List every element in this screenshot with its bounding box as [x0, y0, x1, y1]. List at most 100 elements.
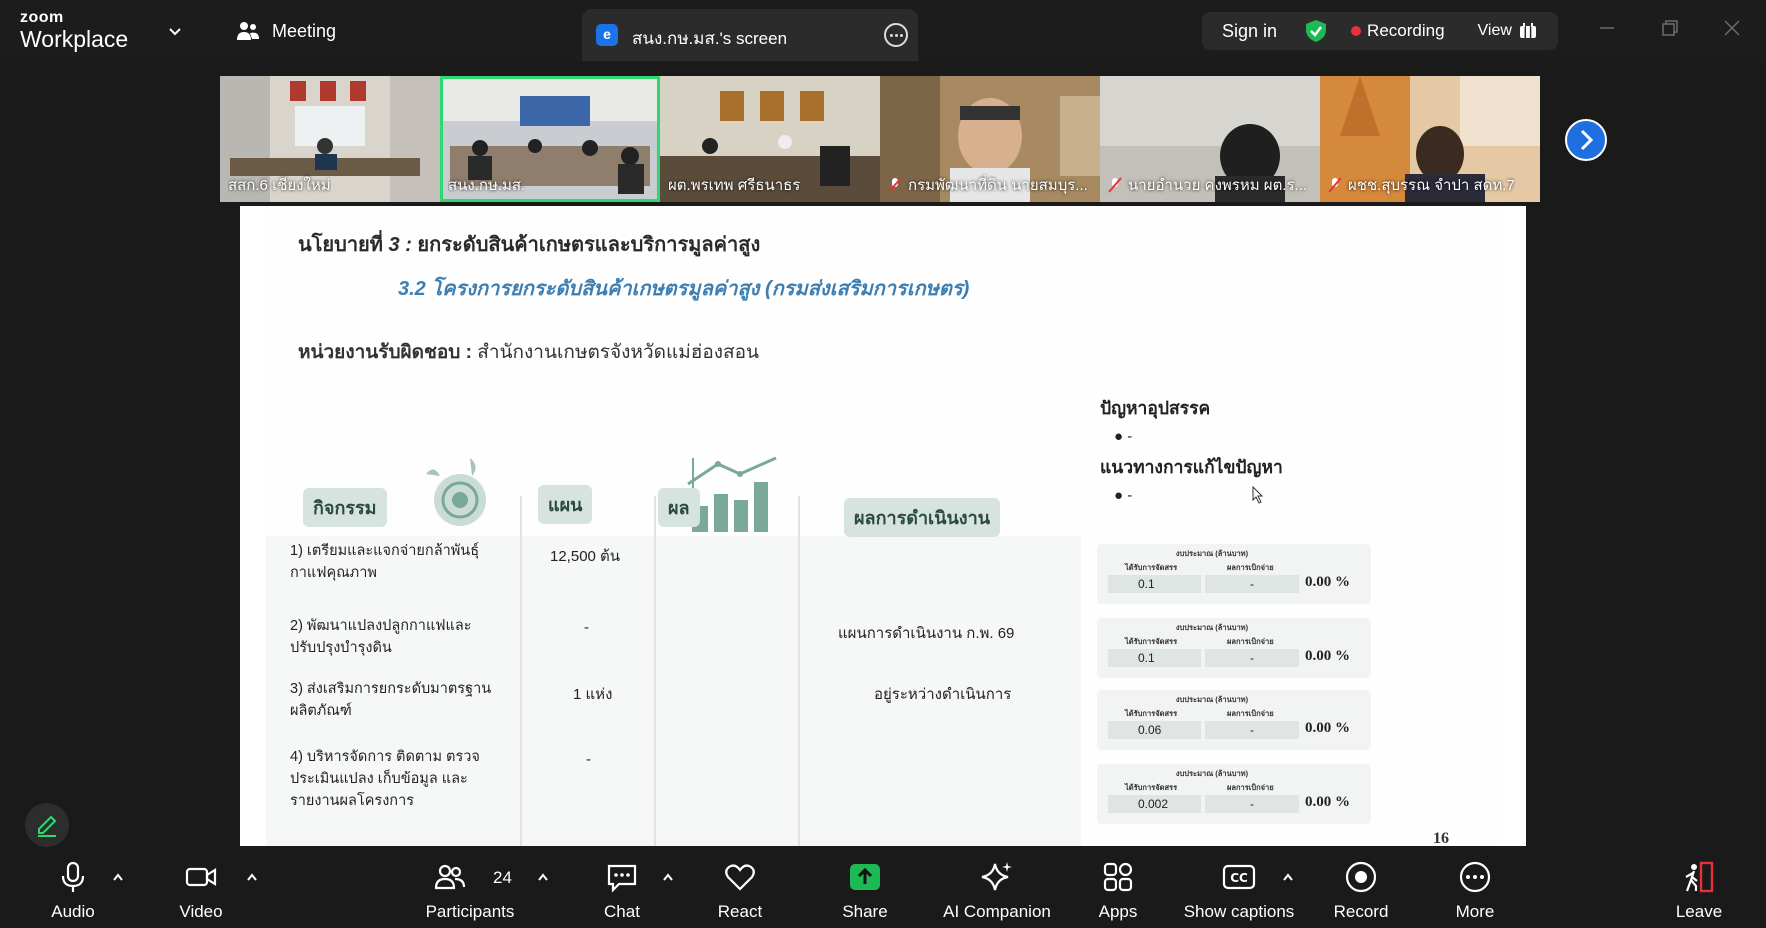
chat-button[interactable]: Chat [590, 848, 654, 928]
slide-subtitle: 3.2 โครงการยกระดับสินค้าเกษตรมูลค่าสูง (… [398, 278, 970, 300]
slide-title: นโยบายที่ 3 : ยกระดับสินค้าเกษตรและบริกา… [298, 234, 761, 256]
record-button[interactable]: Record [1326, 848, 1396, 928]
budget-alloc-label: ได้รับการจัดสรร [1125, 709, 1178, 718]
progress-row-2: แผนการดำเนินงาน ก.พ. 69 [838, 625, 1015, 642]
captions-options-chevron-up-icon[interactable] [1282, 872, 1294, 882]
chat-icon [607, 864, 637, 893]
column-header-progress: ผลการดำเนินงาน [844, 498, 1001, 537]
restore-icon[interactable] [1660, 18, 1680, 38]
budget-box: งบประมาณ (ล้านบาท) ได้รับการจัดสรร ผลการ… [1097, 544, 1371, 604]
budget-percent: 0.00 % [1305, 720, 1350, 736]
plan-row-3: 1 แห่ง [573, 686, 613, 703]
chevron-down-icon[interactable] [168, 24, 182, 38]
participant-tile[interactable]: กรมพัฒนาที่ดิน นายสมบุร... [880, 76, 1100, 202]
participants-icon [434, 864, 466, 890]
activity-row-1: 1) เตรียมและแจกจ่ายกล้าพันธุ์กาแฟคุณภาพ [290, 543, 480, 581]
column-divider [520, 496, 522, 846]
problems-heading: ปัญหาอุปสรรค [1100, 398, 1211, 418]
shared-screen-tab[interactable]: e สนง.กษ.มส.'s screen [582, 9, 918, 61]
sign-in-button[interactable]: Sign in [1222, 21, 1277, 42]
record-icon [1345, 861, 1377, 893]
annotate-button[interactable] [25, 803, 69, 847]
plan-row-4: - [586, 751, 591, 768]
participant-name: นายอำนวย คงพรหม ผต.ร... [1108, 173, 1307, 197]
budget-spent-value: - [1205, 649, 1299, 667]
activity-row-4: 4) บริหารจัดการ ติดตาม ตรวจประเมินแปลง เ… [290, 749, 480, 809]
participants-label: Participants [425, 902, 515, 921]
react-button[interactable]: React [706, 848, 774, 928]
participants-options-chevron-up-icon[interactable] [537, 872, 549, 882]
audio-options-chevron-up-icon[interactable] [112, 872, 124, 882]
responsible-unit: หน่วยงานรับผิดชอบ : สำนักงานเกษตรจังหวัด… [298, 342, 760, 363]
budget-alloc-label: ได้รับการจัดสรร [1125, 783, 1178, 792]
apps-button[interactable]: Apps [1086, 848, 1150, 928]
closed-captions-icon: CC [1222, 864, 1256, 890]
top-bar: zoom Workplace Meeting e สนง.กษ.มส.'s sc… [0, 0, 1766, 62]
participant-tile[interactable]: ผชช.สุบรรณ จำปา สดท.7 [1320, 76, 1540, 202]
leave-button[interactable]: Leave [1664, 848, 1734, 928]
budget-spent-label: ผลการเบิกจ่าย [1227, 563, 1274, 572]
budget-alloc-value: 0.002 [1108, 795, 1201, 813]
chevron-right-icon [1580, 129, 1594, 151]
video-camera-icon [185, 867, 217, 887]
pencil-icon [38, 815, 57, 837]
more-button[interactable]: More [1440, 848, 1510, 928]
participants-count: 24 [493, 868, 512, 887]
budget-title: งบประมาณ (ล้านบาท) [1175, 623, 1249, 632]
budget-alloc-label: ได้รับการจัดสรร [1125, 563, 1178, 572]
budget-title: งบประมาณ (ล้านบาท) [1175, 549, 1249, 558]
shared-screen-label: สนง.กษ.มส.'s screen [632, 29, 788, 48]
column-header-activity: กิจกรรม [303, 488, 387, 527]
grid-icon[interactable] [1519, 23, 1536, 39]
budget-alloc-label: ได้รับการจัดสรร [1125, 637, 1178, 646]
zoom-logo: zoom Workplace [20, 10, 128, 51]
show-captions-button[interactable]: CC Show captions [1180, 848, 1298, 928]
video-options-chevron-up-icon[interactable] [246, 872, 258, 882]
meeting-menu[interactable]: Meeting [236, 20, 336, 42]
budget-title: งบประมาณ (ล้านบาท) [1175, 769, 1249, 778]
ai-companion-button[interactable]: AI Companion [936, 848, 1058, 928]
budget-percent: 0.00 % [1305, 648, 1350, 664]
column-divider [798, 496, 800, 846]
next-page-button[interactable] [1565, 119, 1607, 161]
problems-item: ● - [1114, 428, 1133, 445]
participant-name: สนง.กษ.มส. [448, 177, 526, 194]
participant-tile[interactable]: นายอำนวย คงพรหม ผต.ร... [1100, 76, 1320, 202]
budget-box: งบประมาณ (ล้านบาท) ได้รับการจัดสรร ผลการ… [1097, 764, 1371, 824]
participant-strip: สสก.6 เชียงใหม่ สนง.กษ.มส. ผต.พรเทพ ศรีธ… [220, 76, 1545, 202]
mic-muted-icon [1328, 177, 1342, 193]
plan-row-2: - [584, 619, 589, 636]
chat-options-chevron-up-icon[interactable] [662, 872, 674, 882]
bottom-toolbar: Audio Video Participants 24 Chat React S… [0, 848, 1766, 928]
minimize-icon[interactable] [1597, 18, 1617, 38]
view-button[interactable]: View [1478, 22, 1512, 40]
more-label: More [1455, 902, 1495, 921]
recording-status[interactable]: Recording [1367, 21, 1445, 41]
audio-button[interactable]: Audio [34, 848, 112, 928]
progress-row-3: อยู่ระหว่างดำเนินการ [874, 686, 1012, 703]
budget-percent: 0.00 % [1305, 574, 1350, 590]
share-button[interactable]: Share [830, 848, 900, 928]
more-options-icon[interactable] [884, 23, 908, 47]
video-button[interactable]: Video [162, 848, 240, 928]
participant-tile-active[interactable]: สนง.กษ.มส. [440, 76, 660, 202]
svg-text:CC: CC [1230, 871, 1248, 885]
participant-tile[interactable]: ผต.พรเทพ ศรีธนาธร [660, 76, 880, 202]
audio-label: Audio [51, 902, 95, 921]
participant-name: ผชช.สุบรรณ จำปา สดท.7 [1328, 173, 1515, 197]
participant-name: สสก.6 เชียงใหม่ [228, 177, 331, 194]
sparkle-icon [981, 862, 1012, 891]
more-icon [1459, 861, 1491, 893]
shield-check-icon[interactable] [1305, 19, 1327, 43]
recording-dot-icon [1351, 26, 1362, 36]
budget-spent-label: ผลการเบิกจ่าย [1227, 783, 1274, 792]
target-icon [426, 458, 486, 526]
participant-tile[interactable]: สสก.6 เชียงใหม่ [220, 76, 440, 202]
participant-name: กรมพัฒนาที่ดิน นายสมบุร... [888, 173, 1088, 197]
mouse-cursor-icon [1252, 486, 1264, 504]
participants-button[interactable]: Participants [420, 848, 520, 928]
leave-door-icon [1685, 861, 1714, 893]
apps-icon [1103, 862, 1133, 892]
close-icon[interactable] [1722, 18, 1742, 38]
budget-spent-value: - [1205, 721, 1299, 739]
